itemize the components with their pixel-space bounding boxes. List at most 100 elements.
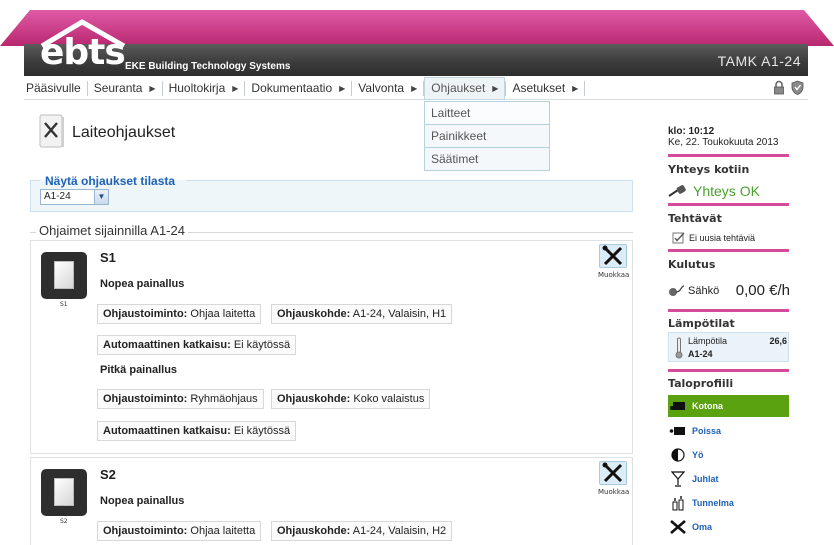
profile-label: Poissa <box>692 426 722 436</box>
short-target-field: Ohjauskohde: A1-24, Valaisin, H1 <box>271 304 453 324</box>
long-target-field: Ohjauskohde: Koko valaistus <box>271 389 431 409</box>
menu-item-paasivulle[interactable]: Pääsivulle <box>24 77 87 100</box>
ohjaukset-dropdown: Laitteet Painikkeet Säätimet <box>424 101 550 171</box>
controller-card-s1: S1 S1 Muokkaa Nopea painallus Ohjaustoim… <box>30 240 633 454</box>
profile-juhlat[interactable]: Juhlat <box>668 468 789 490</box>
dropdown-item-saatimet[interactable]: Säätimet <box>425 147 549 170</box>
connection-heading: Yhteys kotiin <box>668 163 750 176</box>
sidebar-divider <box>668 154 789 157</box>
field-label: Ohjaustoiminto: <box>103 308 188 320</box>
tools-icon <box>670 520 686 534</box>
edit-label: Muokkaa <box>598 271 630 279</box>
menu-item-asetukset[interactable]: Asetukset ▶ <box>506 77 584 100</box>
menu-item-label: Ohjaukset <box>431 81 486 95</box>
electricity-row[interactable]: Sähkö 0,00 €/h <box>668 282 790 299</box>
long-action-field: Ohjaustoiminto: Ryhmäohjaus <box>97 389 264 409</box>
electricity-value: 0,00 €/h <box>735 282 790 299</box>
shield-icon[interactable] <box>791 80 804 95</box>
edit-button[interactable]: Muokkaa <box>598 461 630 497</box>
profile-oma[interactable]: Oma <box>668 516 789 538</box>
field-label: Ohjaustoiminto: <box>103 393 188 405</box>
menu-separator <box>584 80 586 96</box>
menu-item-seuranta[interactable]: Seuranta ▶ <box>88 77 162 100</box>
page-title: Laiteohjaukset <box>72 124 176 141</box>
consumption-heading: Kulutus <box>668 258 716 271</box>
field-value: Ohjaa laitetta <box>190 525 256 537</box>
field-label: Ohjaustoiminto: <box>103 525 188 537</box>
switch-code: S2 <box>60 518 68 525</box>
profile-yo[interactable]: Yö <box>668 444 789 466</box>
triangle-right-icon: ▶ <box>411 83 418 93</box>
sidebar-divider <box>668 309 789 312</box>
field-value: Ei käytössä <box>233 425 291 437</box>
field-label: Automaattinen katkaisu: <box>103 425 231 437</box>
profile-poissa[interactable]: Poissa <box>668 420 789 442</box>
field-value: Ei käytössä <box>233 339 291 351</box>
electricity-plug-icon <box>669 284 685 296</box>
menu-item-label: Asetukset <box>512 81 566 95</box>
field-label: Automaattinen katkaisu: <box>103 339 231 351</box>
dropdown-item-laitteet[interactable]: Laitteet <box>425 101 549 124</box>
profile-label: Kotona <box>692 401 723 411</box>
controller-name: S1 <box>100 250 116 265</box>
menu-item-label: Huoltokirja <box>168 81 226 95</box>
field-label: Ohjauskohde: <box>277 393 351 405</box>
field-label: Ohjauskohde: <box>277 525 351 537</box>
tasks-heading: Tehtävät <box>668 212 722 225</box>
chevron-down-icon[interactable]: ▼ <box>94 190 108 204</box>
status-select[interactable]: A1-24 ▼ <box>40 189 109 205</box>
profile-label: Yö <box>692 450 704 460</box>
main-menu: Pääsivulle Seuranta ▶ Huoltokirja ▶ Doku… <box>24 76 808 100</box>
status-select-value: A1-24 <box>44 191 71 202</box>
triangle-right-icon: ▶ <box>339 83 346 93</box>
edit-button[interactable]: Muokkaa <box>598 244 630 280</box>
profile-tunnelma[interactable]: Tunnelma <box>668 492 789 514</box>
menu-icons <box>773 80 804 95</box>
menu-item-dokumentaatio[interactable]: Dokumentaatio ▶ <box>245 77 351 100</box>
away-profile-icon <box>669 427 685 435</box>
thermometer-icon <box>675 337 683 359</box>
home-profile-icon <box>670 402 685 410</box>
logo-text[interactable]: ebts <box>40 35 126 71</box>
field-value: Ryhmäohjaus <box>190 393 258 405</box>
temperature-heading: Lämpötilat <box>668 317 735 330</box>
menu-item-label: Valvonta <box>358 81 405 95</box>
menu-item-label: Dokumentaatio <box>251 81 333 95</box>
long-press-heading: Pitkä painallus <box>100 364 178 376</box>
short-press-heading: Nopea painallus <box>100 495 185 507</box>
triangle-right-icon: ▶ <box>572 83 579 93</box>
wall-switch-icon <box>41 469 87 516</box>
menu-item-label: Pääsivulle <box>26 81 81 95</box>
dropdown-item-painikkeet[interactable]: Painikkeet <box>425 124 549 147</box>
checklist-icon <box>672 232 685 244</box>
tasks-status[interactable]: Ei uusia tehtäviä <box>672 232 755 244</box>
sidebar-divider <box>668 249 789 252</box>
current-date: Ke, 22. Toukokuuta 2013 <box>668 137 779 148</box>
triangle-right-icon: ▶ <box>232 83 239 93</box>
menu-item-valvonta[interactable]: Valvonta ▶ <box>352 77 423 100</box>
profile-kotona[interactable]: Kotona <box>668 395 789 417</box>
plug-icon <box>668 185 686 197</box>
menu-item-ohjaukset[interactable]: Ohjaukset ▶ <box>424 76 506 100</box>
field-value: Koko valaistus <box>353 393 425 405</box>
group-title: Ohjaimet sijainnilla A1-24 <box>36 223 188 238</box>
temperature-row[interactable]: Lämpötila A1-24 26,6 <box>668 332 789 362</box>
short-action-field: Ohjaustoiminto: Ohjaa laitetta <box>97 521 262 541</box>
profile-label: Tunnelma <box>692 498 734 508</box>
edit-label: Muokkaa <box>598 488 630 496</box>
triangle-right-icon: ▶ <box>492 83 499 93</box>
field-value: Ohjaa laitetta <box>190 308 256 320</box>
connection-status: Yhteys OK <box>668 183 760 199</box>
current-time: klo: 10:12 <box>668 126 715 137</box>
temperature-value: 26,6 <box>769 336 787 346</box>
short-action-field: Ohjaustoiminto: Ohjaa laitetta <box>97 304 262 324</box>
profile-label: Oma <box>692 522 713 532</box>
lock-icon[interactable] <box>773 80 785 95</box>
site-name: TAMK A1-24 <box>717 53 801 69</box>
tools-icon <box>599 244 627 268</box>
triangle-right-icon: ▶ <box>149 83 156 93</box>
temperature-name: Lämpötila <box>688 336 728 346</box>
cocktail-glass-icon <box>671 471 685 487</box>
field-value: A1-24, Valaisin, H1 <box>352 308 447 320</box>
menu-item-huoltokirja[interactable]: Huoltokirja ▶ <box>163 77 245 100</box>
